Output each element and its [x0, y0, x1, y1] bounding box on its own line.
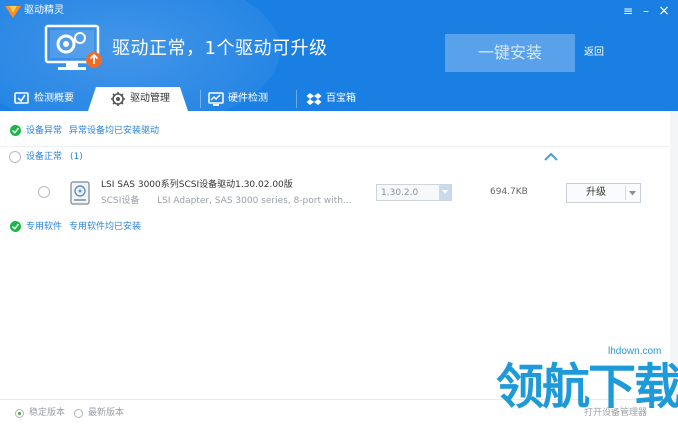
scrollbar-track[interactable]: [670, 111, 678, 399]
stable-version-radio[interactable]: [15, 409, 24, 418]
tab-hardware-detect-label: 硬件检测: [228, 93, 268, 104]
minimize-icon[interactable]: –: [638, 3, 654, 19]
tab-divider: [200, 90, 201, 108]
driver-select-radio[interactable]: [38, 186, 50, 198]
dropbox-icon: [306, 93, 322, 105]
driver-name: LSI SAS 3000系列SCSI设备驱动1.30.02.00版: [101, 180, 293, 190]
driver-size: 694.7KB: [490, 187, 528, 197]
section-abnormal-note: 异常设备均已安装驱动: [69, 126, 160, 136]
driver-category: SCSI设备: [101, 196, 140, 206]
menu-icon[interactable]: ≡: [620, 3, 636, 19]
section-abnormal-title: 设备异常: [26, 126, 63, 136]
chevron-down-icon[interactable]: [439, 185, 451, 200]
app-title: 驱动精灵: [24, 5, 64, 16]
latest-version-radio[interactable]: [74, 409, 83, 418]
section-normal-count: (1): [70, 152, 83, 162]
stable-version-label: 稳定版本: [29, 408, 66, 418]
tab-toolbox-label: 百宝箱: [326, 93, 356, 104]
tab-bar: 检测概要 驱动管理 硬件检测 百宝箱: [0, 87, 678, 111]
section-normal-title: 设备正常: [26, 152, 63, 162]
upgrade-button-label: 升级: [586, 187, 606, 198]
driver-category-desc: SCSI设备 LSI Adapter, SAS 3000 series, 8-p…: [101, 196, 352, 207]
section-special-title: 专用软件: [26, 222, 63, 232]
version-select[interactable]: 1.30.2.0: [376, 184, 452, 201]
tab-divider: [296, 90, 297, 108]
onekey-install-button[interactable]: 一键安装: [445, 34, 575, 72]
watermark-text: 领航下载: [496, 359, 678, 415]
version-value: 1.30.2.0: [381, 188, 419, 198]
back-link[interactable]: 返回: [584, 47, 604, 59]
tab-overview-label: 检测概要: [34, 93, 74, 104]
chevron-up-icon[interactable]: [544, 152, 558, 162]
app-logo-icon: [5, 6, 21, 18]
tab-driver-manage-label: 驱动管理: [130, 93, 170, 104]
check-circle-icon: [10, 125, 21, 136]
button-divider: [625, 186, 626, 200]
gear-icon: [111, 92, 125, 106]
section-normal-radio[interactable]: [9, 151, 21, 163]
status-title: 驱动正常，1个驱动可升级: [112, 38, 328, 59]
monitor-check-icon: [14, 92, 29, 104]
chevron-down-icon[interactable]: [629, 191, 636, 196]
watermark-url: lhdown.com: [608, 346, 662, 357]
check-circle-icon: [10, 221, 21, 232]
upgrade-button[interactable]: 升级: [566, 183, 641, 203]
section-divider: [0, 146, 670, 147]
section-special-note: 专用软件均已安装: [69, 222, 142, 232]
monitor-gear-icon: [44, 24, 102, 70]
close-icon[interactable]: ×: [656, 3, 672, 19]
hardware-chart-icon: [208, 92, 224, 106]
latest-version-label: 最新版本: [88, 408, 125, 418]
driver-description: LSI Adapter, SAS 3000 series, 8-port wit…: [157, 196, 352, 206]
hard-drive-icon: [70, 181, 90, 205]
